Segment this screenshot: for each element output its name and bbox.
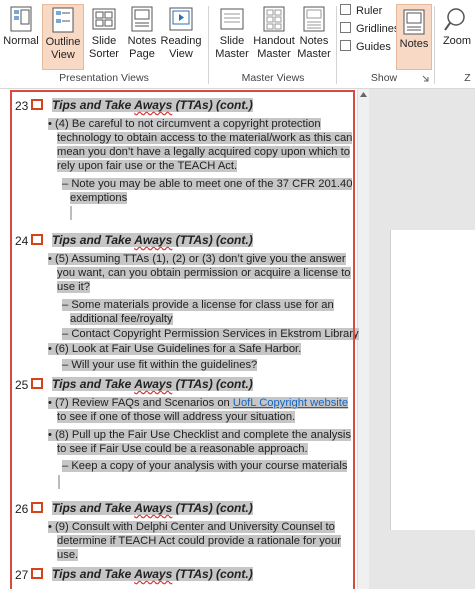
- notes-master-label: Notes: [299, 35, 329, 47]
- slide-master-icon: [220, 8, 244, 30]
- reading-view-button[interactable]: Reading View: [160, 6, 202, 61]
- ribbon-separator: [208, 6, 209, 84]
- notes-pane-icon: [403, 9, 425, 35]
- notes-master-button[interactable]: Notes Master: [296, 6, 332, 61]
- outline-view-label: Outline: [45, 36, 81, 48]
- slide-master-label: Slide: [219, 35, 245, 47]
- notes-page-icon: [131, 6, 153, 32]
- group-show: Show: [370, 72, 398, 84]
- normal-view-label: Normal: [3, 35, 39, 47]
- slide-sorter-button[interactable]: Slide Sorter: [86, 6, 122, 61]
- notes-page-label2: Page: [129, 48, 155, 60]
- notes-master-icon: [303, 6, 325, 32]
- ribbon-separator: [336, 6, 337, 84]
- handout-master-label2: Master: [257, 48, 291, 60]
- view-ribbon: Normal Outline View Slide Sorter Notes P…: [0, 0, 475, 89]
- outline-view-button[interactable]: Outline View: [42, 4, 84, 70]
- notes-page-button[interactable]: Notes Page: [125, 6, 159, 61]
- ribbon-separator: [434, 6, 435, 84]
- reading-view-icon: [169, 7, 193, 31]
- checkbox-box-icon: [340, 4, 351, 15]
- outline-selection-frame: [10, 90, 355, 589]
- checkbox-box-icon: [340, 22, 351, 33]
- scroll-up-arrow-icon[interactable]: [360, 92, 367, 97]
- group-master-views: Master Views: [241, 72, 305, 84]
- checkbox-box-icon: [340, 40, 351, 51]
- slide-sorter-label: Slide: [91, 35, 117, 47]
- guides-checkbox[interactable]: Guides: [340, 40, 391, 53]
- notes-master-label2: Master: [297, 48, 331, 60]
- gridlines-label: Gridlines: [356, 23, 400, 35]
- slide-preview[interactable]: [390, 230, 475, 530]
- notes-toggle-button[interactable]: Notes: [396, 4, 432, 70]
- slide-master-label2: Master: [215, 48, 249, 60]
- ruler-label: Ruler: [356, 5, 383, 17]
- handout-master-button[interactable]: Handout Master: [252, 6, 296, 61]
- guides-label: Guides: [356, 41, 391, 53]
- dialog-launcher-icon[interactable]: [422, 75, 429, 82]
- reading-view-label: Reading: [160, 35, 202, 47]
- zoom-button[interactable]: Zoom: [440, 6, 474, 48]
- group-presentation-views: Presentation Views: [59, 72, 149, 84]
- outline-view-label2: View: [51, 49, 75, 61]
- zoom-label: Zoom: [442, 35, 472, 47]
- slide-master-button[interactable]: Slide Master: [212, 6, 252, 61]
- outline-view-icon: [52, 7, 74, 33]
- slide-sorter-label2: Sorter: [89, 48, 119, 60]
- reading-view-label2: View: [169, 48, 193, 60]
- handout-master-icon: [263, 6, 285, 32]
- ruler-checkbox[interactable]: Ruler: [340, 4, 382, 17]
- group-zoom: Z: [464, 72, 471, 84]
- notes-page-label: Notes: [127, 35, 157, 47]
- slide-sorter-icon: [92, 8, 116, 30]
- normal-view-icon: [10, 6, 32, 32]
- notes-toggle-label: Notes: [399, 38, 429, 50]
- handout-master-label: Handout: [253, 35, 295, 47]
- zoom-magnifier-icon: [444, 8, 465, 31]
- normal-view-button[interactable]: Normal: [2, 6, 40, 48]
- gridlines-checkbox[interactable]: Gridlines: [340, 22, 399, 35]
